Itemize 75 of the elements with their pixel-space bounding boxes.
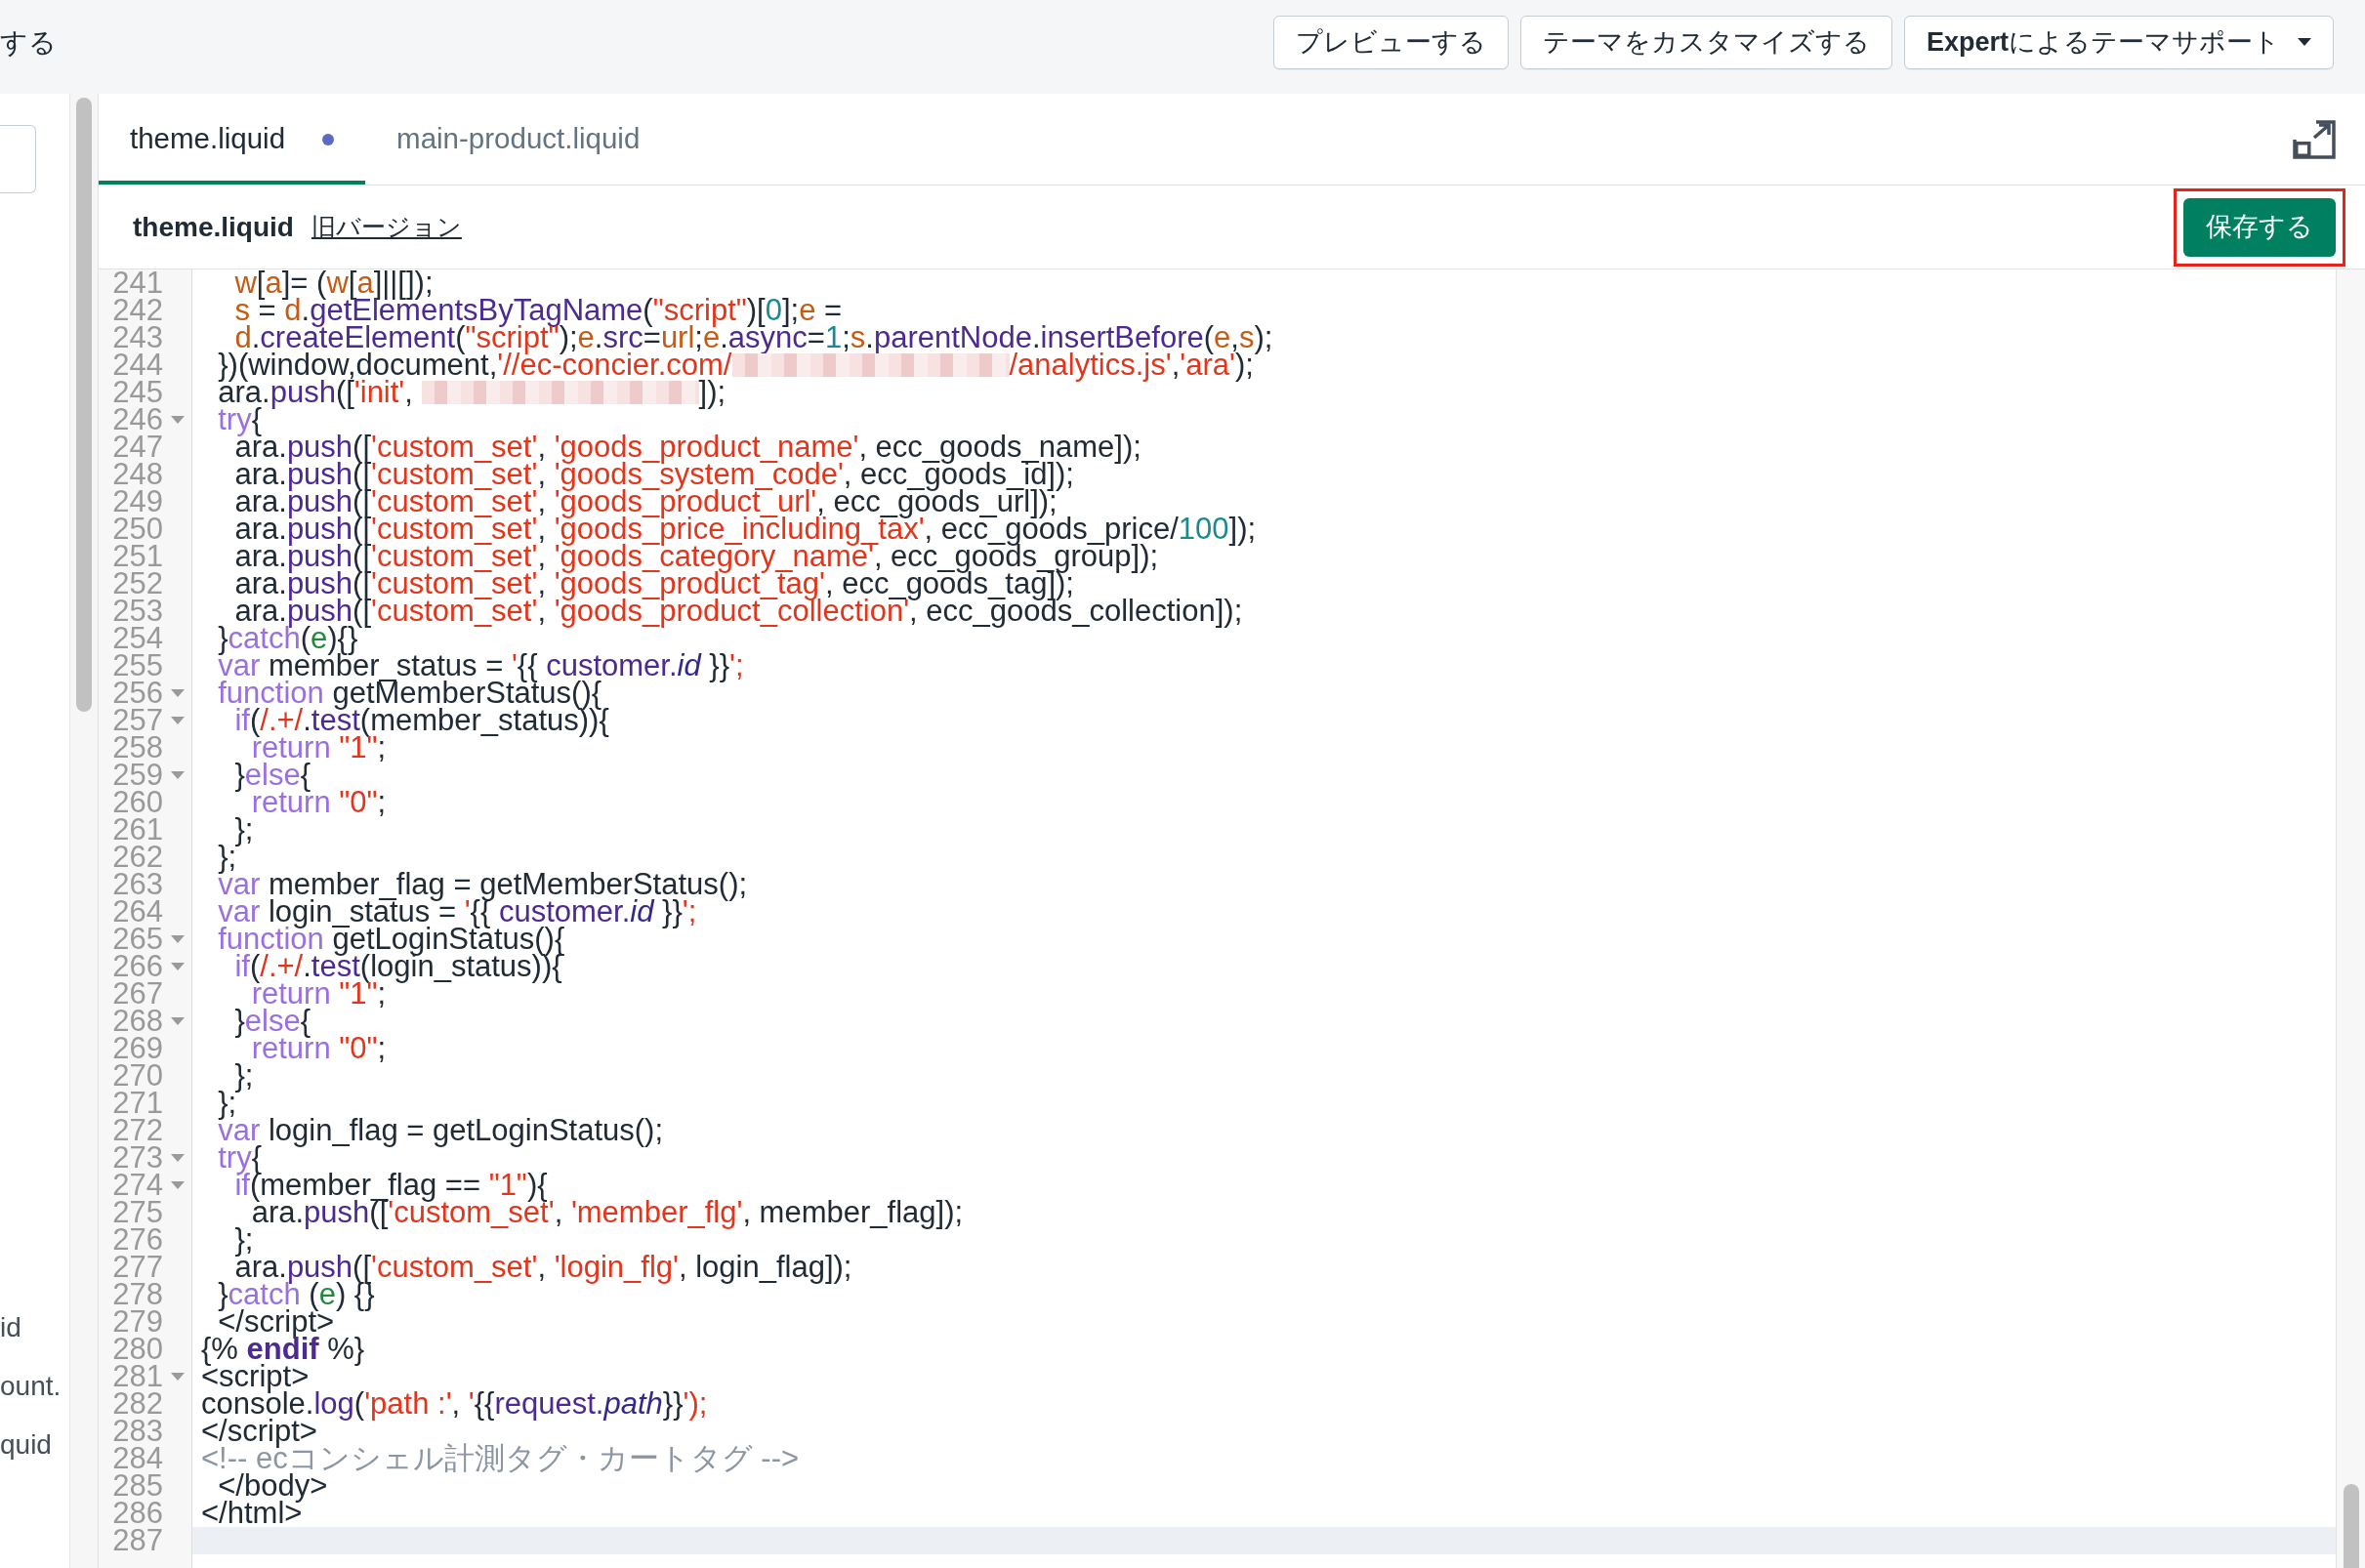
line-number: 257 xyxy=(112,707,163,734)
fold-caret-icon[interactable] xyxy=(171,416,185,424)
line-number: 251 xyxy=(112,543,163,570)
fold-caret-icon[interactable] xyxy=(171,771,185,779)
line-number: 253 xyxy=(112,598,163,625)
expand-icon[interactable] xyxy=(2293,119,2336,159)
line-number: 242 xyxy=(112,297,163,324)
fold-caret-icon[interactable] xyxy=(171,1017,185,1025)
line-number: 250 xyxy=(112,516,163,543)
line-number: 260 xyxy=(112,789,163,816)
dropdown-button[interactable]: Expertによるテーマサポート xyxy=(1903,15,2334,69)
line-number: 269 xyxy=(112,1035,163,1062)
line-number: 281 xyxy=(112,1363,163,1390)
line-number: 252 xyxy=(112,570,163,598)
fold-caret-icon[interactable] xyxy=(171,1373,185,1381)
line-number: 287 xyxy=(112,1527,163,1554)
toolbar-button[interactable]: プレビューする xyxy=(1272,15,1509,69)
line-number: 248 xyxy=(112,461,163,488)
line-number: 241 xyxy=(112,269,163,297)
fold-caret-icon[interactable] xyxy=(171,935,185,943)
code-line: </html> xyxy=(201,1500,303,1527)
line-number: 264 xyxy=(112,898,163,926)
line-number: 286 xyxy=(112,1500,163,1527)
line-number: 282 xyxy=(112,1390,163,1418)
line-number: 279 xyxy=(112,1308,163,1336)
line-number: 272 xyxy=(112,1117,163,1144)
toolbar-button[interactable]: テーマをカスタマイズする xyxy=(1519,15,1892,69)
line-number: 259 xyxy=(112,762,163,789)
line-number: 261 xyxy=(112,816,163,844)
file-tab[interactable]: main-product.liquid xyxy=(365,94,672,185)
line-number: 243 xyxy=(112,324,163,351)
line-number: 246 xyxy=(112,406,163,433)
text-field[interactable] xyxy=(0,125,36,193)
line-number: 254 xyxy=(112,625,163,652)
line-number: 268 xyxy=(112,1008,163,1035)
line-number: 258 xyxy=(112,734,163,762)
line-number: 249 xyxy=(112,488,163,516)
line-number: 267 xyxy=(112,980,163,1008)
file-list-item[interactable]: id xyxy=(0,1311,21,1344)
caret-down-icon[interactable] xyxy=(2298,38,2311,46)
line-number: 244 xyxy=(112,351,163,379)
file-tab[interactable]: theme.liquid xyxy=(99,94,366,185)
line-number: 275 xyxy=(112,1199,163,1226)
line-number: 263 xyxy=(112,871,163,898)
line-number: 283 xyxy=(112,1418,163,1445)
fold-caret-icon[interactable] xyxy=(171,689,185,697)
scrollbar-thumb[interactable] xyxy=(76,98,92,712)
line-number: 262 xyxy=(112,844,163,871)
fold-caret-icon[interactable] xyxy=(171,1181,185,1189)
file-list-item[interactable]: ount. xyxy=(0,1370,62,1403)
save-button[interactable]: 保存する xyxy=(2183,197,2336,257)
line-number: 276 xyxy=(112,1226,163,1254)
line-number: 277 xyxy=(112,1254,163,1281)
line-number: 256 xyxy=(112,680,163,707)
line-number: 274 xyxy=(112,1172,163,1199)
line-number: 273 xyxy=(112,1144,163,1172)
line-number: 245 xyxy=(112,379,163,406)
line-number: 284 xyxy=(112,1445,163,1472)
old-version-link[interactable]: 旧バージョン xyxy=(311,208,462,246)
line-number: 247 xyxy=(112,433,163,461)
line-number: 285 xyxy=(112,1472,163,1500)
file-list-item[interactable]: quid xyxy=(0,1428,52,1462)
fold-caret-icon[interactable] xyxy=(171,963,185,970)
fold-caret-icon[interactable] xyxy=(171,1154,185,1162)
page-title: する xyxy=(0,26,57,60)
line-number: 265 xyxy=(112,926,163,953)
line-number: 278 xyxy=(112,1281,163,1308)
file-title: theme.liquid xyxy=(133,210,294,244)
line-number: 255 xyxy=(112,652,163,680)
line-number: 270 xyxy=(112,1062,163,1090)
line-number: 280 xyxy=(112,1336,163,1363)
line-number: 266 xyxy=(112,953,163,980)
scrollbar-thumb[interactable] xyxy=(2343,1484,2359,1568)
fold-caret-icon[interactable] xyxy=(171,717,185,724)
line-number: 271 xyxy=(112,1090,163,1117)
